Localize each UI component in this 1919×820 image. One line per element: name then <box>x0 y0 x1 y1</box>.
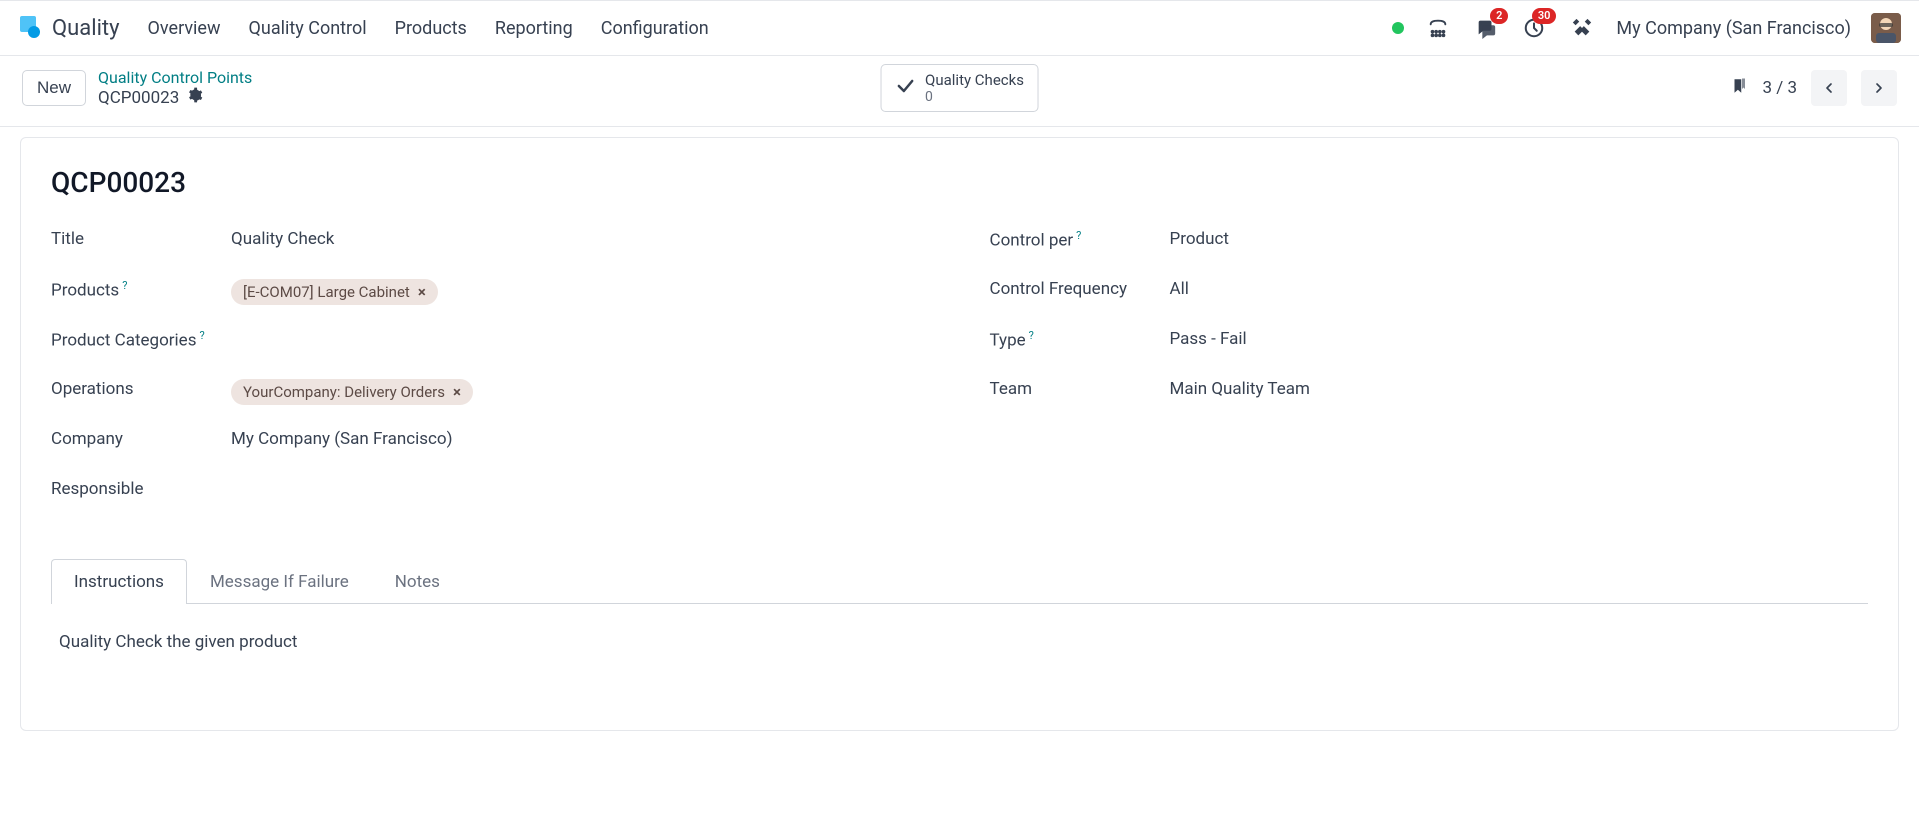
app-name[interactable]: Quality <box>52 16 120 41</box>
pager-next[interactable] <box>1861 70 1897 106</box>
phone-icon[interactable] <box>1424 14 1452 42</box>
product-tag[interactable]: [E-COM07] Large Cabinet × <box>231 279 438 305</box>
avatar[interactable] <box>1871 13 1901 43</box>
label-team: Team <box>990 379 1170 399</box>
pager-text: 3 / 3 <box>1762 78 1797 98</box>
tab-content-instructions[interactable]: Quality Check the given product <box>51 604 1868 680</box>
app-logo[interactable] <box>18 16 42 40</box>
messages-icon[interactable]: 2 <box>1472 14 1500 42</box>
help-icon[interactable]: ? <box>199 329 204 342</box>
control-panel: New Quality Control Points QCP00023 Qual… <box>0 56 1919 127</box>
value-control-per[interactable]: Product <box>1170 229 1869 249</box>
operation-tag[interactable]: YourCompany: Delivery Orders × <box>231 379 473 405</box>
value-title[interactable]: Quality Check <box>231 229 930 249</box>
label-control-frequency: Control Frequency <box>990 279 1170 299</box>
form-sheet: QCP00023 Title Quality Check Products? [… <box>20 137 1899 731</box>
activities-badge: 30 <box>1532 8 1557 24</box>
record-name: QCP00023 <box>51 166 1868 199</box>
top-nav: Quality Overview Quality Control Product… <box>0 0 1919 56</box>
label-control-per: Control per? <box>990 229 1170 251</box>
label-type: Type? <box>990 329 1170 351</box>
nav-products[interactable]: Products <box>395 18 467 39</box>
new-button[interactable]: New <box>22 70 86 106</box>
nav-reporting[interactable]: Reporting <box>495 18 573 39</box>
label-title: Title <box>51 229 231 249</box>
value-type[interactable]: Pass - Fail <box>1170 329 1869 349</box>
bookmark-icon[interactable] <box>1730 75 1748 101</box>
value-control-frequency[interactable]: All <box>1170 279 1869 299</box>
value-operations[interactable]: YourCompany: Delivery Orders × <box>231 379 930 405</box>
stat-value: 0 <box>925 89 1024 106</box>
value-company[interactable]: My Company (San Francisco) <box>231 429 930 449</box>
tools-icon[interactable] <box>1568 14 1596 42</box>
breadcrumb-parent[interactable]: Quality Control Points <box>98 68 252 87</box>
label-responsible: Responsible <box>51 479 231 499</box>
check-icon <box>895 76 915 100</box>
value-products[interactable]: [E-COM07] Large Cabinet × <box>231 279 930 305</box>
tab-message-if-failure[interactable]: Message If Failure <box>187 559 372 604</box>
nav-overview[interactable]: Overview <box>148 18 221 39</box>
messages-badge: 2 <box>1490 8 1508 24</box>
help-icon[interactable]: ? <box>122 279 127 292</box>
quality-checks-stat[interactable]: Quality Checks 0 <box>880 64 1039 113</box>
pager-prev[interactable] <box>1811 70 1847 106</box>
value-team[interactable]: Main Quality Team <box>1170 379 1869 399</box>
tag-remove-icon[interactable]: × <box>418 283 426 301</box>
breadcrumb-current: QCP00023 <box>98 88 179 108</box>
operation-tag-label: YourCompany: Delivery Orders <box>243 383 445 401</box>
company-selector[interactable]: My Company (San Francisco) <box>1616 18 1851 39</box>
breadcrumb: Quality Control Points QCP00023 <box>98 68 252 108</box>
activities-icon[interactable]: 30 <box>1520 14 1548 42</box>
label-operations: Operations <box>51 379 231 399</box>
label-products: Products? <box>51 279 231 301</box>
tag-remove-icon[interactable]: × <box>453 383 461 401</box>
tab-instructions[interactable]: Instructions <box>51 559 187 604</box>
tab-notes[interactable]: Notes <box>372 559 463 604</box>
nav-quality-control[interactable]: Quality Control <box>249 18 367 39</box>
help-icon[interactable]: ? <box>1029 329 1034 342</box>
tabs: Instructions Message If Failure Notes <box>51 559 1868 604</box>
label-product-categories: Product Categories? <box>51 329 231 351</box>
label-company: Company <box>51 429 231 449</box>
stat-label: Quality Checks <box>925 71 1024 89</box>
product-tag-label: [E-COM07] Large Cabinet <box>243 283 410 301</box>
help-icon[interactable]: ? <box>1076 229 1081 242</box>
gear-icon[interactable] <box>187 87 203 108</box>
nav-configuration[interactable]: Configuration <box>601 18 709 39</box>
status-dot-icon <box>1392 22 1404 34</box>
